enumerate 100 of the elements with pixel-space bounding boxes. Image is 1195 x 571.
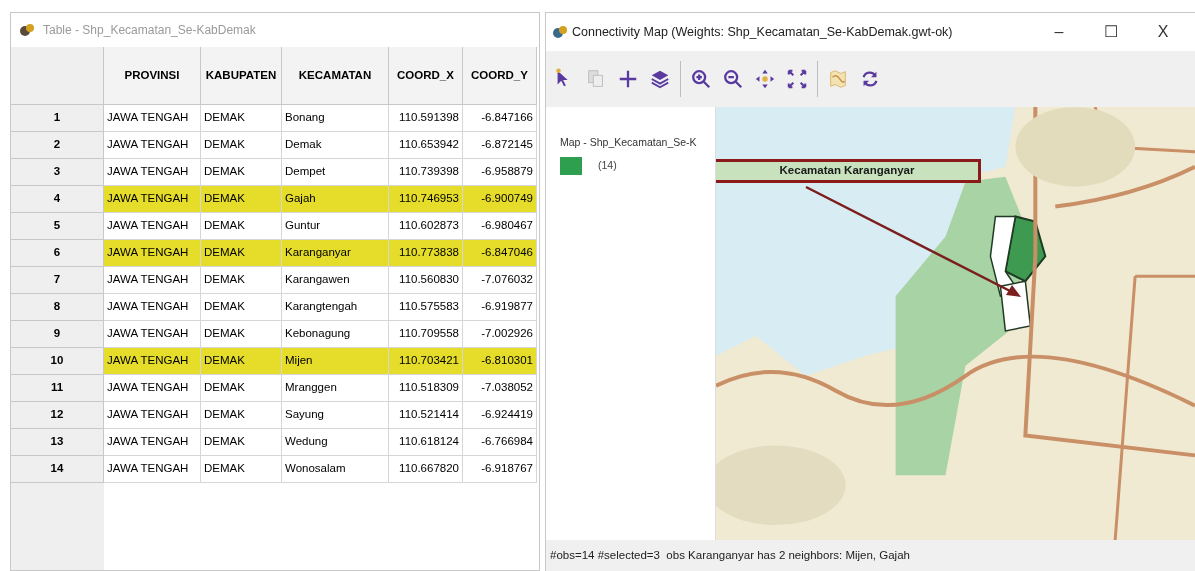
table-cell: JAWA TENGAH bbox=[104, 375, 201, 402]
table-cell: Karanganyar bbox=[282, 240, 389, 267]
table-cell: -7.038052 bbox=[463, 375, 537, 402]
table-cell: Mijen bbox=[282, 348, 389, 375]
table-cell: -6.872145 bbox=[463, 132, 537, 159]
row-header[interactable]: 8 bbox=[11, 294, 104, 321]
table-cell: 110.591398 bbox=[389, 105, 463, 132]
table-cell: 110.773838 bbox=[389, 240, 463, 267]
row-header[interactable]: 9 bbox=[11, 321, 104, 348]
table-cell: Wonosalam bbox=[282, 456, 389, 483]
table-cell: JAWA TENGAH bbox=[104, 213, 201, 240]
row-header[interactable]: 6 bbox=[11, 240, 104, 267]
table-cell: DEMAK bbox=[201, 159, 282, 186]
table-cell: 110.575583 bbox=[389, 294, 463, 321]
table-cell: 110.521414 bbox=[389, 402, 463, 429]
minimize-button[interactable]: – bbox=[1033, 17, 1085, 47]
table-cell: Sayung bbox=[282, 402, 389, 429]
table-cell: JAWA TENGAH bbox=[104, 186, 201, 213]
row-header[interactable]: 12 bbox=[11, 402, 104, 429]
table-cell: DEMAK bbox=[201, 213, 282, 240]
table-cell: JAWA TENGAH bbox=[104, 456, 201, 483]
column-header[interactable]: PROVINSI bbox=[104, 47, 201, 105]
table-cell: DEMAK bbox=[201, 105, 282, 132]
row-header[interactable]: 2 bbox=[11, 132, 104, 159]
table-cell: 110.746953 bbox=[389, 186, 463, 213]
table-cell: DEMAK bbox=[201, 348, 282, 375]
row-header[interactable]: 4 bbox=[11, 186, 104, 213]
window-title: Table - Shp_Kecamatan_Se-KabDemak bbox=[43, 22, 256, 39]
table-cell: DEMAK bbox=[201, 132, 282, 159]
fit-extent-icon[interactable] bbox=[785, 67, 809, 91]
table-cell: 110.739398 bbox=[389, 159, 463, 186]
table-cell: DEMAK bbox=[201, 429, 282, 456]
table-cell: 110.703421 bbox=[389, 348, 463, 375]
table-cell: -6.766984 bbox=[463, 429, 537, 456]
table-cell: DEMAK bbox=[201, 294, 282, 321]
legend-label: (14) bbox=[598, 157, 617, 173]
table-cell: -6.924419 bbox=[463, 402, 537, 429]
table-cell: Demak bbox=[282, 132, 389, 159]
table-cell: -6.900749 bbox=[463, 186, 537, 213]
table-cell: Dempet bbox=[282, 159, 389, 186]
table-cell: 110.602873 bbox=[389, 213, 463, 240]
table-cell: -7.002926 bbox=[463, 321, 537, 348]
table-cell: DEMAK bbox=[201, 375, 282, 402]
table-cell: Wedung bbox=[282, 429, 389, 456]
column-header[interactable]: KABUPATEN bbox=[201, 47, 282, 105]
table-cell: -6.847166 bbox=[463, 105, 537, 132]
table-cell: DEMAK bbox=[201, 456, 282, 483]
table-cell: Karangtengah bbox=[282, 294, 389, 321]
status-bar: #obs=14 #selected=3 obs Karanganyar has 2 neighbors: Mijen, Gajah bbox=[546, 540, 1195, 571]
column-header[interactable]: COORD_X bbox=[389, 47, 463, 105]
row-header[interactable]: 3 bbox=[11, 159, 104, 186]
table-cell: 110.618124 bbox=[389, 429, 463, 456]
table-cell: DEMAK bbox=[201, 267, 282, 294]
table-cell: -6.919877 bbox=[463, 294, 537, 321]
legend-title: Map - Shp_Kecamatan_Se-K bbox=[560, 135, 698, 150]
table-cell: JAWA TENGAH bbox=[104, 267, 201, 294]
callout-label: Kecamatan Karanganyar bbox=[716, 159, 981, 183]
table-cell: JAWA TENGAH bbox=[104, 132, 201, 159]
table-cell: -6.958879 bbox=[463, 159, 537, 186]
table-cell: JAWA TENGAH bbox=[104, 429, 201, 456]
table-cell: -7.076032 bbox=[463, 267, 537, 294]
table-cell: DEMAK bbox=[201, 186, 282, 213]
table-cell: Bonang bbox=[282, 105, 389, 132]
table-cell: JAWA TENGAH bbox=[104, 348, 201, 375]
table-cell: JAWA TENGAH bbox=[104, 294, 201, 321]
table-cell: -6.847046 bbox=[463, 240, 537, 267]
row-header[interactable]: 10 bbox=[11, 348, 104, 375]
table-cell: JAWA TENGAH bbox=[104, 240, 201, 267]
row-header[interactable]: 7 bbox=[11, 267, 104, 294]
table-cell: -6.810301 bbox=[463, 348, 537, 375]
table-cell: DEMAK bbox=[201, 402, 282, 429]
app-icon bbox=[552, 25, 568, 39]
row-header[interactable]: 11 bbox=[11, 375, 104, 402]
table-cell: JAWA TENGAH bbox=[104, 159, 201, 186]
table-cell: Gajah bbox=[282, 186, 389, 213]
column-header[interactable]: COORD_Y bbox=[463, 47, 537, 105]
table-cell: Kebonagung bbox=[282, 321, 389, 348]
row-header[interactable]: 14 bbox=[11, 456, 104, 483]
zoom-in-icon[interactable] bbox=[689, 67, 713, 91]
app-icon bbox=[19, 23, 35, 37]
row-header[interactable]: 13 bbox=[11, 429, 104, 456]
table-cell: Karangawen bbox=[282, 267, 389, 294]
close-button[interactable]: X bbox=[1137, 17, 1189, 47]
table-cell: DEMAK bbox=[201, 321, 282, 348]
maximize-button[interactable]: ☐ bbox=[1085, 17, 1137, 47]
column-header[interactable]: KECAMATAN bbox=[282, 47, 389, 105]
row-header[interactable]: 5 bbox=[11, 213, 104, 240]
table-cell: -6.980467 bbox=[463, 213, 537, 240]
table-cell: 110.667820 bbox=[389, 456, 463, 483]
window-title: Connectivity Map (Weights: Shp_Kecamatan_Se-KabDemak.gwt-ok) bbox=[572, 23, 954, 41]
table-cell: 110.518309 bbox=[389, 375, 463, 402]
table-cell: JAWA TENGAH bbox=[104, 321, 201, 348]
table-cell: 110.709558 bbox=[389, 321, 463, 348]
row-header[interactable]: 1 bbox=[11, 105, 104, 132]
table-cell: -6.918767 bbox=[463, 456, 537, 483]
table-cell: DEMAK bbox=[201, 240, 282, 267]
table-cell: Mranggen bbox=[282, 375, 389, 402]
table-cell: JAWA TENGAH bbox=[104, 105, 201, 132]
zoom-out-icon[interactable] bbox=[721, 67, 745, 91]
table-cell: Guntur bbox=[282, 213, 389, 240]
